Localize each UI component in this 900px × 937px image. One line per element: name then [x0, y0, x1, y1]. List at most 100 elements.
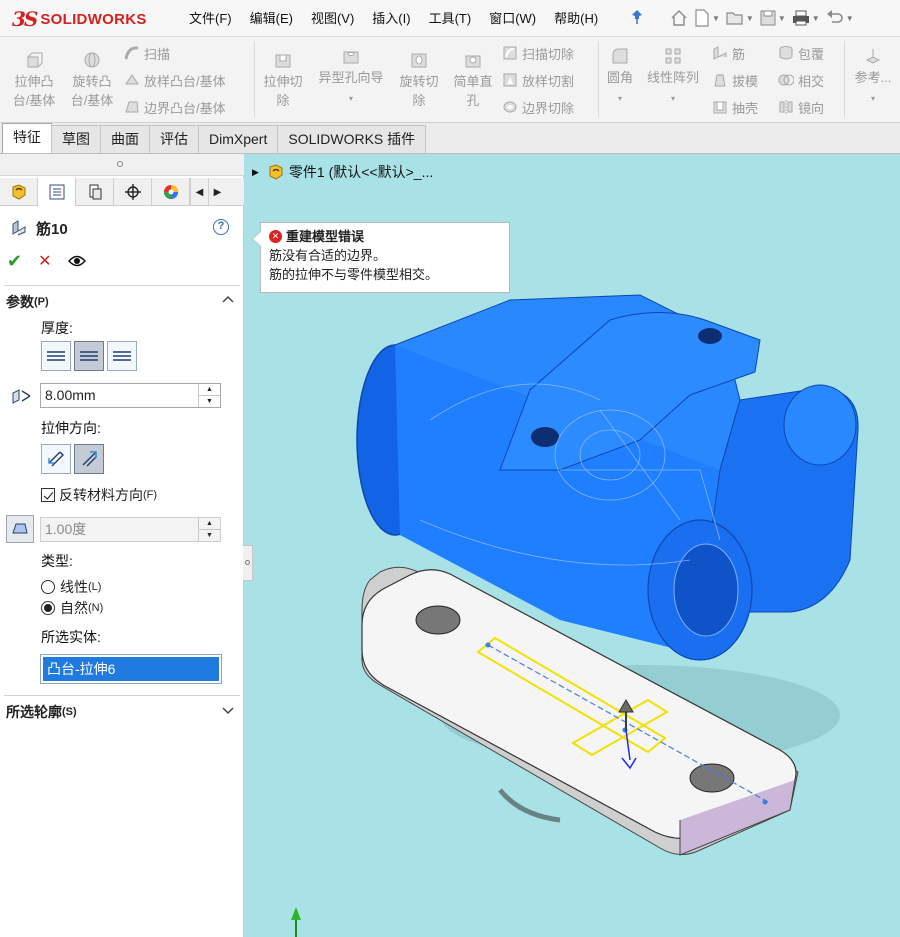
type-natural-radio[interactable]: 自然 (N): [41, 598, 103, 618]
menu-file[interactable]: 文件(F): [180, 7, 241, 31]
thickness-input[interactable]: 8.00mm ▲ ▼: [40, 383, 221, 408]
help-icon[interactable]: ?: [213, 219, 229, 235]
shell-button[interactable]: 抽壳: [712, 97, 758, 117]
draft-angle-spinner[interactable]: ▲ ▼: [198, 518, 220, 541]
menu-edit[interactable]: 编辑(E): [241, 7, 302, 31]
thickness-both-sides-button[interactable]: [74, 341, 104, 371]
open-icon[interactable]: ▼: [724, 7, 756, 29]
menu-view[interactable]: 视图(V): [302, 7, 363, 31]
tab-configuration-manager[interactable]: [76, 178, 114, 206]
sketch-point[interactable]: [762, 799, 768, 805]
tab-evaluate[interactable]: 评估: [149, 125, 199, 153]
thickness-second-side-button[interactable]: [107, 341, 137, 371]
sketch-point[interactable]: [485, 642, 491, 648]
mirror-label: 镜向: [798, 100, 825, 116]
boundary-cut-button[interactable]: 边界切除: [502, 97, 574, 117]
print-icon[interactable]: ▼: [790, 7, 822, 29]
swept-cut-button[interactable]: 扫描切除: [502, 43, 574, 63]
fillet-button[interactable]: 圆角 ▾: [602, 47, 638, 108]
spin-down-icon[interactable]: ▼: [199, 395, 220, 407]
thickness-first-side-button[interactable]: [41, 341, 71, 371]
part-name: 零件1 (默认<<默认>_...: [288, 164, 434, 180]
parameters-title: 参数: [6, 294, 34, 310]
normal-to-sketch-icon: [82, 451, 97, 467]
rib-button[interactable]: 筋: [712, 43, 745, 63]
ok-icon[interactable]: ✔: [7, 251, 22, 272]
selected-contours-section-header[interactable]: 所选轮廓 (S): [0, 700, 244, 724]
tab-display-manager[interactable]: [152, 178, 190, 206]
cancel-icon[interactable]: ✕: [38, 251, 51, 271]
hole-wizard-button[interactable]: 异型孔向导 ▾: [314, 47, 388, 108]
spin-up-icon[interactable]: ▲: [199, 518, 220, 529]
tab-features[interactable]: 特征: [2, 123, 52, 153]
selected-contours-title: 所选轮廓: [6, 704, 62, 720]
menu-insert[interactable]: 插入(I): [363, 7, 419, 31]
save-icon[interactable]: ▼: [758, 7, 788, 29]
tab-sketch[interactable]: 草图: [51, 125, 101, 153]
tab-addins[interactable]: SOLIDWORKS 插件: [277, 125, 427, 153]
selected-bodies-list[interactable]: 凸台-拉伸6: [40, 654, 222, 684]
intersect-button[interactable]: 相交: [778, 70, 824, 90]
divider: [4, 695, 240, 696]
pin-icon[interactable]: [630, 9, 646, 27]
panel-resize-handle[interactable]: [0, 154, 244, 176]
menu-window[interactable]: 窗口(W): [480, 7, 545, 31]
extrude-boss-icon: [27, 52, 43, 68]
tab-dimxpert[interactable]: DimXpert: [198, 125, 279, 153]
rib-icon: [713, 46, 727, 60]
tab-surfaces[interactable]: 曲面: [100, 125, 150, 153]
loft-boss-icon: [125, 74, 139, 85]
lofted-cut-button[interactable]: 放样切割: [502, 70, 574, 90]
thickness-label: 厚度:: [41, 320, 73, 336]
thickness-spinner[interactable]: ▲ ▼: [198, 384, 220, 407]
type-linear-radio[interactable]: 线性 (L): [41, 577, 101, 597]
linear-pattern-button[interactable]: 线性阵列 ▾: [642, 47, 704, 108]
solidworks-logo[interactable]: 3S SOLIDWORKS: [12, 7, 147, 31]
chevron-left-icon[interactable]: ◀: [190, 178, 208, 206]
direction-parallel-button[interactable]: [41, 444, 71, 474]
chevron-right-icon[interactable]: ▶: [208, 178, 226, 206]
extrude-boss-button[interactable]: 拉伸凸台/基体: [8, 51, 60, 110]
loft-boss-button[interactable]: 放样凸台/基体: [124, 70, 226, 90]
direction-normal-button[interactable]: [74, 444, 104, 474]
draft-angle-input[interactable]: 1.00度 ▲ ▼: [40, 517, 221, 542]
undo-icon[interactable]: ▼: [824, 7, 856, 29]
simple-hole-button[interactable]: 简单直孔: [448, 51, 498, 110]
configuration-icon: [89, 184, 101, 200]
revolve-boss-button[interactable]: 旋转凸台/基体: [66, 51, 118, 110]
spin-down-icon[interactable]: ▼: [199, 529, 220, 541]
new-icon[interactable]: ▼: [692, 7, 722, 29]
tab-property-manager[interactable]: [38, 178, 76, 206]
expand-icon[interactable]: ▶: [252, 167, 259, 178]
draft-button[interactable]: 拔模: [712, 70, 758, 90]
tab-feature-manager[interactable]: [0, 178, 38, 206]
reference-geometry-button[interactable]: 参考... ▾: [848, 47, 898, 108]
wrap-button[interactable]: 包覆: [778, 43, 824, 63]
flip-material-checkbox[interactable]: 反转材料方向 (F): [41, 485, 157, 505]
property-manager-icon: [49, 184, 64, 200]
swept-cut-icon: [503, 46, 517, 60]
revolve-cut-button[interactable]: 旋转切除: [394, 51, 444, 110]
panel-collapse-handle[interactable]: [243, 545, 253, 581]
preview-eye-icon[interactable]: [67, 254, 86, 268]
graphics-area[interactable]: ▶ 零件1 (默认<<默认>_... ✕ 重建模型错误 筋没有合适的边界。 筋的…: [244, 154, 900, 937]
sweep-button[interactable]: 扫描: [124, 43, 170, 63]
menu-bar: 文件(F) 编辑(E) 视图(V) 插入(I) 工具(T) 窗口(W) 帮助(H…: [180, 0, 607, 37]
menu-help[interactable]: 帮助(H): [545, 7, 607, 31]
selected-body-item[interactable]: 凸台-拉伸6: [43, 657, 219, 681]
spin-up-icon[interactable]: ▲: [199, 384, 220, 395]
feature-tree-root[interactable]: ▶ 零件1 (默认<<默认>_...: [252, 162, 433, 182]
rebuild-error-tooltip: ✕ 重建模型错误 筋没有合适的边界。 筋的拉伸不与零件模型相交。: [252, 222, 510, 293]
home-icon[interactable]: [668, 7, 690, 29]
draft-toggle-button[interactable]: [6, 515, 34, 543]
flip-material-shortcut: (F): [143, 489, 158, 501]
mirror-button[interactable]: 镜向: [778, 97, 824, 117]
type-label: 类型:: [41, 553, 73, 569]
parameters-section-header[interactable]: 参数 (P): [0, 290, 244, 314]
menu-tools[interactable]: 工具(T): [420, 7, 481, 31]
extrude-cut-button[interactable]: 拉伸切除: [258, 51, 308, 110]
extrude-cut-label: 拉伸切除: [263, 74, 303, 108]
selected-bodies-label: 所选实体:: [41, 629, 101, 645]
boundary-boss-button[interactable]: 边界凸台/基体: [124, 97, 226, 117]
tab-dimxpert-manager[interactable]: [114, 178, 152, 206]
